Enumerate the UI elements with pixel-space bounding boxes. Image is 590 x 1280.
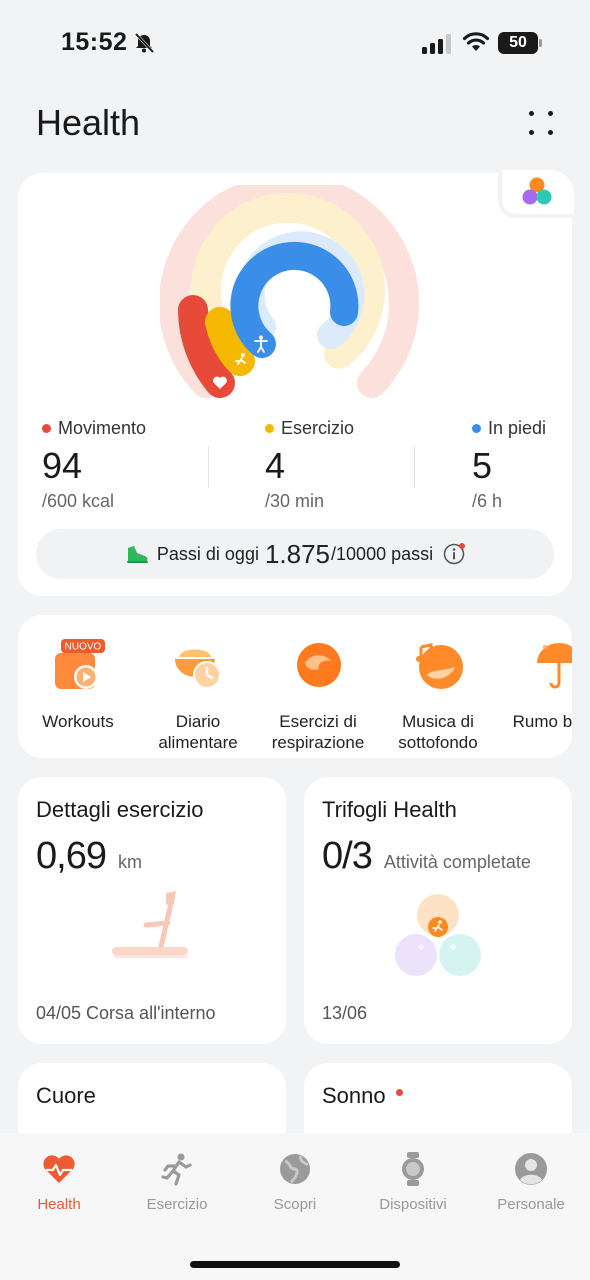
stand-metric[interactable]: In piedi 5 /6 h [472, 418, 546, 512]
clovers-value: 0/3 [322, 835, 373, 877]
shortcut-breathing[interactable]: Esercizi di respirazione [258, 615, 378, 758]
distance-value: 0,69 [36, 835, 107, 877]
movement-value: 94 [42, 445, 83, 486]
white-noise-icon [537, 643, 572, 689]
nav-discover[interactable]: Scopri [236, 1151, 354, 1213]
nav-label: Dispositivi [379, 1196, 447, 1213]
globe-icon [280, 1154, 310, 1184]
stand-goal: /6 h [472, 491, 503, 511]
status-time: 15:52 [61, 28, 128, 56]
running-icon [161, 1153, 192, 1186]
info-icon[interactable] [443, 543, 466, 565]
nav-profile[interactable]: Personale [472, 1151, 590, 1213]
distance-unit: km [117, 852, 142, 872]
activity-rings[interactable] [160, 185, 430, 405]
clover-progress-icon [395, 894, 481, 976]
new-badge: NUOVO [65, 642, 102, 653]
battery-level: 50 [498, 32, 538, 54]
health-clovers-card[interactable]: Trifogli Health 0/3 Attività completate … [304, 777, 572, 1044]
clovers-date: 13/06 [322, 1003, 368, 1023]
nav-label: Health [37, 1196, 81, 1213]
music-icon [416, 643, 463, 689]
food-diary-icon [175, 649, 221, 689]
watch-icon [402, 1152, 424, 1186]
nav-label: Personale [497, 1196, 565, 1213]
steps-goal: /10000 passi [331, 543, 434, 564]
exercise-metric[interactable]: Esercizio 4 /30 min [265, 418, 354, 512]
shortcuts-card: NUOVO Workouts Diario alimentare Eserciz… [18, 615, 572, 758]
shortcut-label: Workouts [42, 712, 114, 731]
movement-goal: /600 kcal [42, 491, 115, 511]
steps-label: Passi di oggi [156, 543, 259, 564]
exercise-date: 04/05 Corsa all'interno [36, 1003, 216, 1023]
card-title: Sonno [322, 1083, 403, 1109]
notification-dot [395, 1088, 403, 1096]
page-title: Health [36, 102, 141, 143]
steps-count: 1.875 [264, 538, 331, 569]
shortcut-label: Diario alimentare [158, 712, 238, 752]
exercise-goal: /30 min [265, 491, 325, 511]
card-title: Cuore [36, 1083, 96, 1108]
nav-devices[interactable]: Dispositivi [354, 1151, 472, 1213]
movement-label: Movimento [58, 418, 147, 438]
shortcut-label: Musica di sottofondo [398, 712, 478, 752]
more-menu-icon[interactable] [524, 106, 558, 140]
bell-muted-icon [134, 32, 155, 54]
breathing-icon [297, 643, 341, 687]
exercise-details-card[interactable]: Dettagli esercizio 0,69 km 04/05 Corsa a… [18, 777, 286, 1044]
clover-icon [522, 177, 552, 205]
shortcut-music[interactable]: Musica di sottofondo [378, 615, 498, 758]
shortcut-workouts[interactable]: NUOVO Workouts [18, 615, 138, 758]
bottom-nav: Health Esercizio Scopri Dispositivi Pers… [0, 1133, 590, 1280]
divider [208, 446, 209, 488]
card-title: Dettagli esercizio [36, 797, 204, 822]
clovers-unit: Attività completate [383, 852, 531, 872]
shortcut-food-diary[interactable]: Diario alimentare [138, 615, 258, 758]
treadmill-icon [112, 891, 188, 958]
exercise-label: Esercizio [281, 418, 355, 438]
person-icon [515, 1153, 547, 1185]
stand-label: In piedi [488, 418, 547, 438]
workouts-icon: NUOVO [55, 639, 105, 689]
signal-icon [422, 34, 451, 54]
shoe-icon [126, 546, 148, 563]
rings-style-button[interactable] [498, 170, 574, 218]
divider [414, 446, 415, 488]
battery-indicator: 50 [498, 32, 542, 54]
wifi-icon [462, 32, 490, 51]
nav-label: Esercizio [146, 1196, 208, 1213]
status-bar: 15:52 50 [0, 0, 590, 90]
home-indicator[interactable] [190, 1261, 400, 1268]
card-title: Trifogli Health [322, 797, 457, 822]
shortcut-label: Esercizi di respirazione [271, 712, 365, 752]
steps-summary[interactable]: Passi di oggi 1.875 /10000 passi [36, 529, 554, 579]
nav-health[interactable]: Health [0, 1151, 118, 1213]
nav-exercise[interactable]: Esercizio [118, 1151, 236, 1213]
shortcut-label: Rumo bianc [512, 712, 572, 731]
movement-metric[interactable]: Movimento 94 /600 kcal [42, 418, 146, 512]
exercise-value: 4 [265, 445, 286, 486]
nav-label: Scopri [273, 1196, 317, 1213]
heart-pulse-icon [43, 1155, 75, 1183]
shortcut-white-noise[interactable]: Rumo bianc [498, 615, 572, 758]
stand-value: 5 [472, 445, 493, 486]
